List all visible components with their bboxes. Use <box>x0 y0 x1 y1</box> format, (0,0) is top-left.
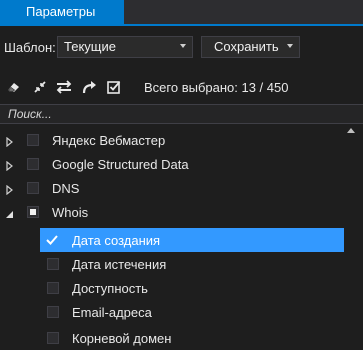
check-all-icon[interactable] <box>106 79 122 95</box>
collapse-arrow-icon[interactable] <box>5 207 15 218</box>
template-row: Шаблон: Текущие Сохранить <box>0 34 363 62</box>
tree-item-label: Яндекс Вебмастер <box>52 133 166 148</box>
checkbox[interactable] <box>27 134 39 146</box>
eraser-icon[interactable] <box>6 79 22 95</box>
search-bar <box>0 104 363 124</box>
checkbox[interactable] <box>47 306 59 318</box>
template-label: Шаблон: <box>4 40 56 55</box>
save-button-label: Сохранить <box>214 39 279 54</box>
collapse-icon[interactable] <box>32 79 48 95</box>
tree-item-label: DNS <box>52 181 80 196</box>
checkmark-icon[interactable] <box>45 233 59 247</box>
checkbox[interactable] <box>27 182 39 194</box>
tree-item-creation-date[interactable]: Дата создания <box>40 228 344 252</box>
template-select[interactable]: Текущие <box>57 36 193 58</box>
tab-parameters[interactable]: Параметры <box>0 0 124 24</box>
chevron-down-icon <box>287 44 293 48</box>
tree-item-yandex-webmaster[interactable]: Яндекс Вебмастер <box>0 128 352 152</box>
tab-bar: Параметры <box>0 0 363 26</box>
redo-arrow-icon[interactable] <box>82 79 98 95</box>
toolbar: Всего выбрано: 13 / 450 <box>0 74 363 100</box>
checkbox[interactable] <box>47 282 59 294</box>
tree-item-whois[interactable]: Whois <box>0 200 352 224</box>
tree-item-google-structured-data[interactable]: Google Structured Data <box>0 152 352 176</box>
swap-icon[interactable] <box>56 79 72 95</box>
partial-mark <box>30 209 36 215</box>
tree-item-email-addresses[interactable]: Email-адреса <box>0 300 352 324</box>
checkbox[interactable] <box>47 332 59 344</box>
checkbox-partial[interactable] <box>27 206 39 218</box>
checkbox[interactable] <box>47 258 59 270</box>
chevron-down-icon <box>180 44 186 48</box>
tree-item-label: Whois <box>52 205 89 220</box>
template-select-value: Текущие <box>64 39 116 54</box>
expand-arrow-icon[interactable] <box>6 183 16 196</box>
tree-item-label: Доступность <box>72 281 148 296</box>
checkbox[interactable] <box>27 158 39 170</box>
selection-count: Всего выбрано: 13 / 450 <box>144 80 289 95</box>
search-input[interactable] <box>0 105 340 123</box>
tree-item-label: Дата истечения <box>72 257 167 272</box>
tree-item-label: Google Structured Data <box>52 157 189 172</box>
tree-item-label: Дата создания <box>72 233 161 248</box>
tree-item-root-domain[interactable]: Корневой домен <box>0 326 352 350</box>
tree-item-label: Корневой домен <box>72 331 172 346</box>
tree-item-availability[interactable]: Доступность <box>0 276 352 300</box>
tree-item-expiry-date[interactable]: Дата истечения <box>0 252 352 276</box>
save-dropdown-button[interactable]: Сохранить <box>201 36 300 58</box>
expand-arrow-icon[interactable] <box>6 159 16 172</box>
expand-arrow-icon[interactable] <box>6 135 16 148</box>
tree-item-dns[interactable]: DNS <box>0 176 352 200</box>
tree-item-label: Email-адреса <box>72 305 152 320</box>
